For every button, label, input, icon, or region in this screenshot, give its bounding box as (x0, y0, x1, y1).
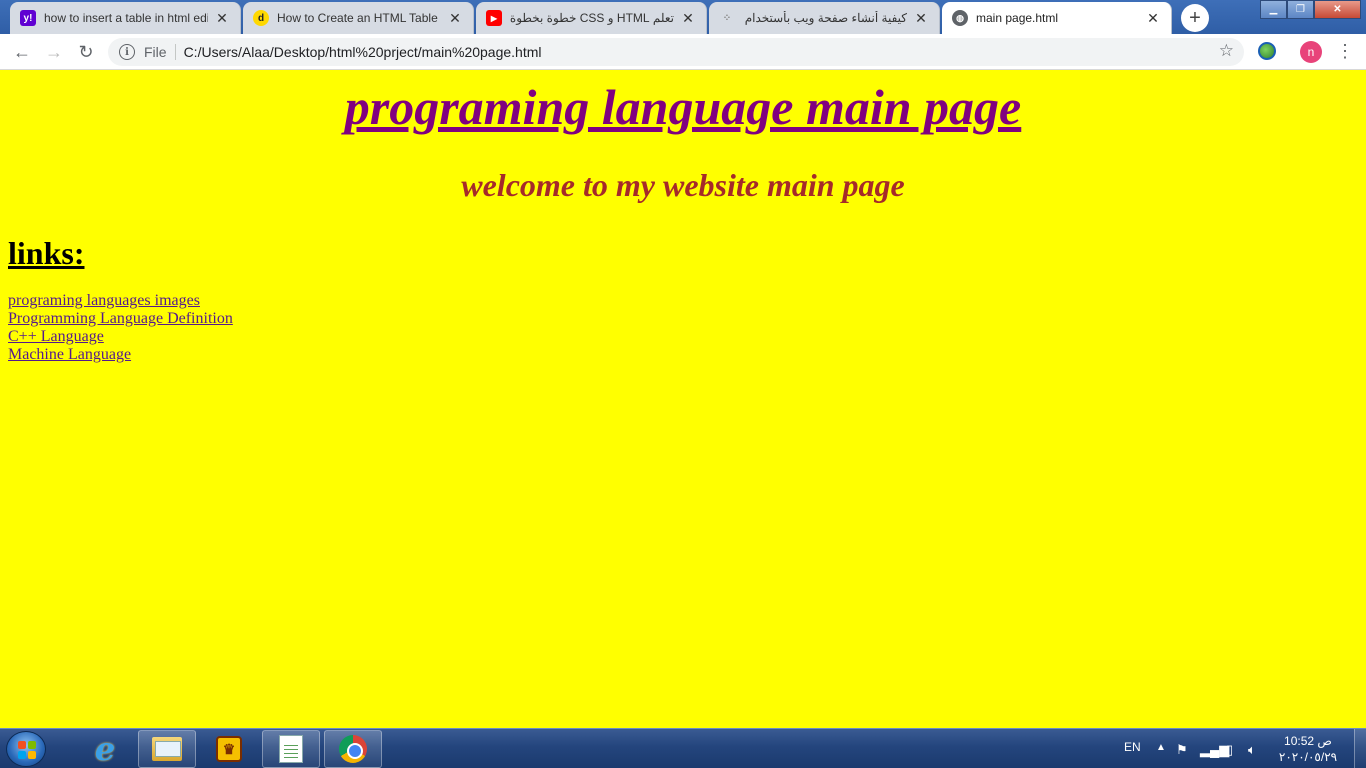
globe-icon: ◍ (952, 10, 968, 26)
taskbar-notepad[interactable] (262, 730, 320, 768)
show-desktop-button[interactable] (1354, 729, 1366, 768)
dotdash-icon: d (253, 10, 269, 26)
game-icon: ♛ (216, 736, 242, 762)
reload-button[interactable]: ↻ (74, 40, 98, 64)
close-icon[interactable]: ✕ (680, 10, 696, 26)
link-programing-languages-images[interactable]: programing languages images (8, 292, 233, 310)
profile-avatar[interactable]: n (1300, 41, 1322, 63)
close-icon[interactable]: ✕ (447, 10, 463, 26)
url-text[interactable]: C:/Users/Alaa/Desktop/html%20prject/main… (184, 44, 542, 60)
show-hidden-icons-icon[interactable]: ▲ (1156, 742, 1166, 753)
extension-icon[interactable] (1258, 42, 1276, 60)
tab-title: how to insert a table in html edi (44, 11, 208, 25)
chrome-icon (339, 735, 367, 763)
clock[interactable]: 10:52 ص ٢٠٢٠/٠٥/٢٩ (1272, 733, 1344, 765)
start-button[interactable] (6, 731, 46, 767)
bookmark-star-icon[interactable]: ☆ (1219, 41, 1234, 61)
taskbar-chrome[interactable] (324, 730, 382, 768)
page-content: programing language main page welcome to… (0, 71, 1366, 728)
tab-2[interactable]: d How to Create an HTML Table ✕ (243, 2, 474, 34)
close-icon[interactable]: ✕ (913, 10, 929, 26)
tab-title: main page.html (976, 11, 1059, 25)
scheme-label: File (144, 44, 167, 60)
action-center-flag-icon[interactable]: ⚑ (1176, 742, 1188, 758)
divider (174, 44, 176, 60)
minimize-button[interactable]: ▁ (1260, 0, 1287, 19)
volume-icon[interactable]: 🔈︎ (1248, 742, 1256, 758)
link-programming-language-definition[interactable]: Programming Language Definition (8, 310, 233, 328)
new-tab-button[interactable]: + (1181, 4, 1209, 32)
clock-time: 10:52 ص (1284, 734, 1332, 748)
folder-icon (152, 737, 182, 761)
forward-button[interactable]: → (42, 40, 66, 64)
link-list: programing languages images Programming … (8, 292, 233, 364)
close-icon[interactable]: ✕ (214, 10, 230, 26)
windows-logo-icon (18, 741, 36, 759)
network-signal-icon[interactable]: ▂▄▆ (1200, 742, 1229, 758)
yahoo-icon: y! (20, 10, 36, 26)
welcome-heading: welcome to my website main page (461, 167, 905, 203)
taskbar-game[interactable]: ♛ (200, 730, 258, 768)
clock-date: ٢٠٢٠/٠٥/٢٩ (1278, 750, 1338, 764)
tab-active[interactable]: ◍ main page.html ✕ (942, 2, 1172, 34)
back-button[interactable]: ← (10, 40, 34, 64)
taskbar: e ♛ EN ▲ ⚑ ▂▄▆ ▯ 🔈︎ 10:52 ص ٢٠٢٠/٠٥/٢٩ (0, 728, 1366, 768)
power-icon[interactable]: ▯ (1226, 742, 1233, 758)
browser-toolbar: ← → ↻ i File C:/Users/Alaa/Desktop/html%… (0, 34, 1366, 70)
link-cpp-language[interactable]: C++ Language (8, 328, 233, 346)
window-close-button[interactable]: ✕ (1314, 0, 1361, 19)
address-bar[interactable]: i File C:/Users/Alaa/Desktop/html%20prje… (108, 38, 1244, 66)
page-title: programing language main page (344, 79, 1022, 135)
tab-title: تعلم HTML و CSS خطوة بخطوة بطريقة (510, 11, 674, 25)
internet-explorer-icon: e (94, 730, 116, 768)
tab-1[interactable]: y! how to insert a table in html edi ✕ (10, 2, 241, 34)
tab-3[interactable]: ▶ تعلم HTML و CSS خطوة بخطوة بطريقة ✕ (476, 2, 707, 34)
tab-title: كيفية أنشاء صفحة ويب بأستخدام لغة TML (743, 11, 907, 25)
spinner-icon: ⁘ (722, 12, 732, 24)
link-machine-language[interactable]: Machine Language (8, 346, 233, 364)
links-heading: links: (8, 235, 85, 271)
taskbar-ie[interactable]: e (76, 730, 134, 768)
menu-icon[interactable]: ⋮ (1336, 40, 1354, 64)
tab-strip: y! how to insert a table in html edi ✕ d… (0, 0, 1366, 34)
info-icon[interactable]: i (119, 44, 135, 60)
notepad-icon (279, 735, 303, 763)
tab-4[interactable]: ⁘ كيفية أنشاء صفحة ويب بأستخدام لغة TML … (709, 2, 940, 34)
window-controls: ▁ ❐ ✕ (1260, 0, 1361, 20)
restore-button[interactable]: ❐ (1287, 0, 1314, 19)
language-indicator[interactable]: EN (1124, 740, 1141, 754)
close-icon[interactable]: ✕ (1145, 10, 1161, 26)
youtube-icon: ▶ (486, 10, 502, 26)
tab-title: How to Create an HTML Table (277, 11, 438, 25)
taskbar-explorer[interactable] (138, 730, 196, 768)
